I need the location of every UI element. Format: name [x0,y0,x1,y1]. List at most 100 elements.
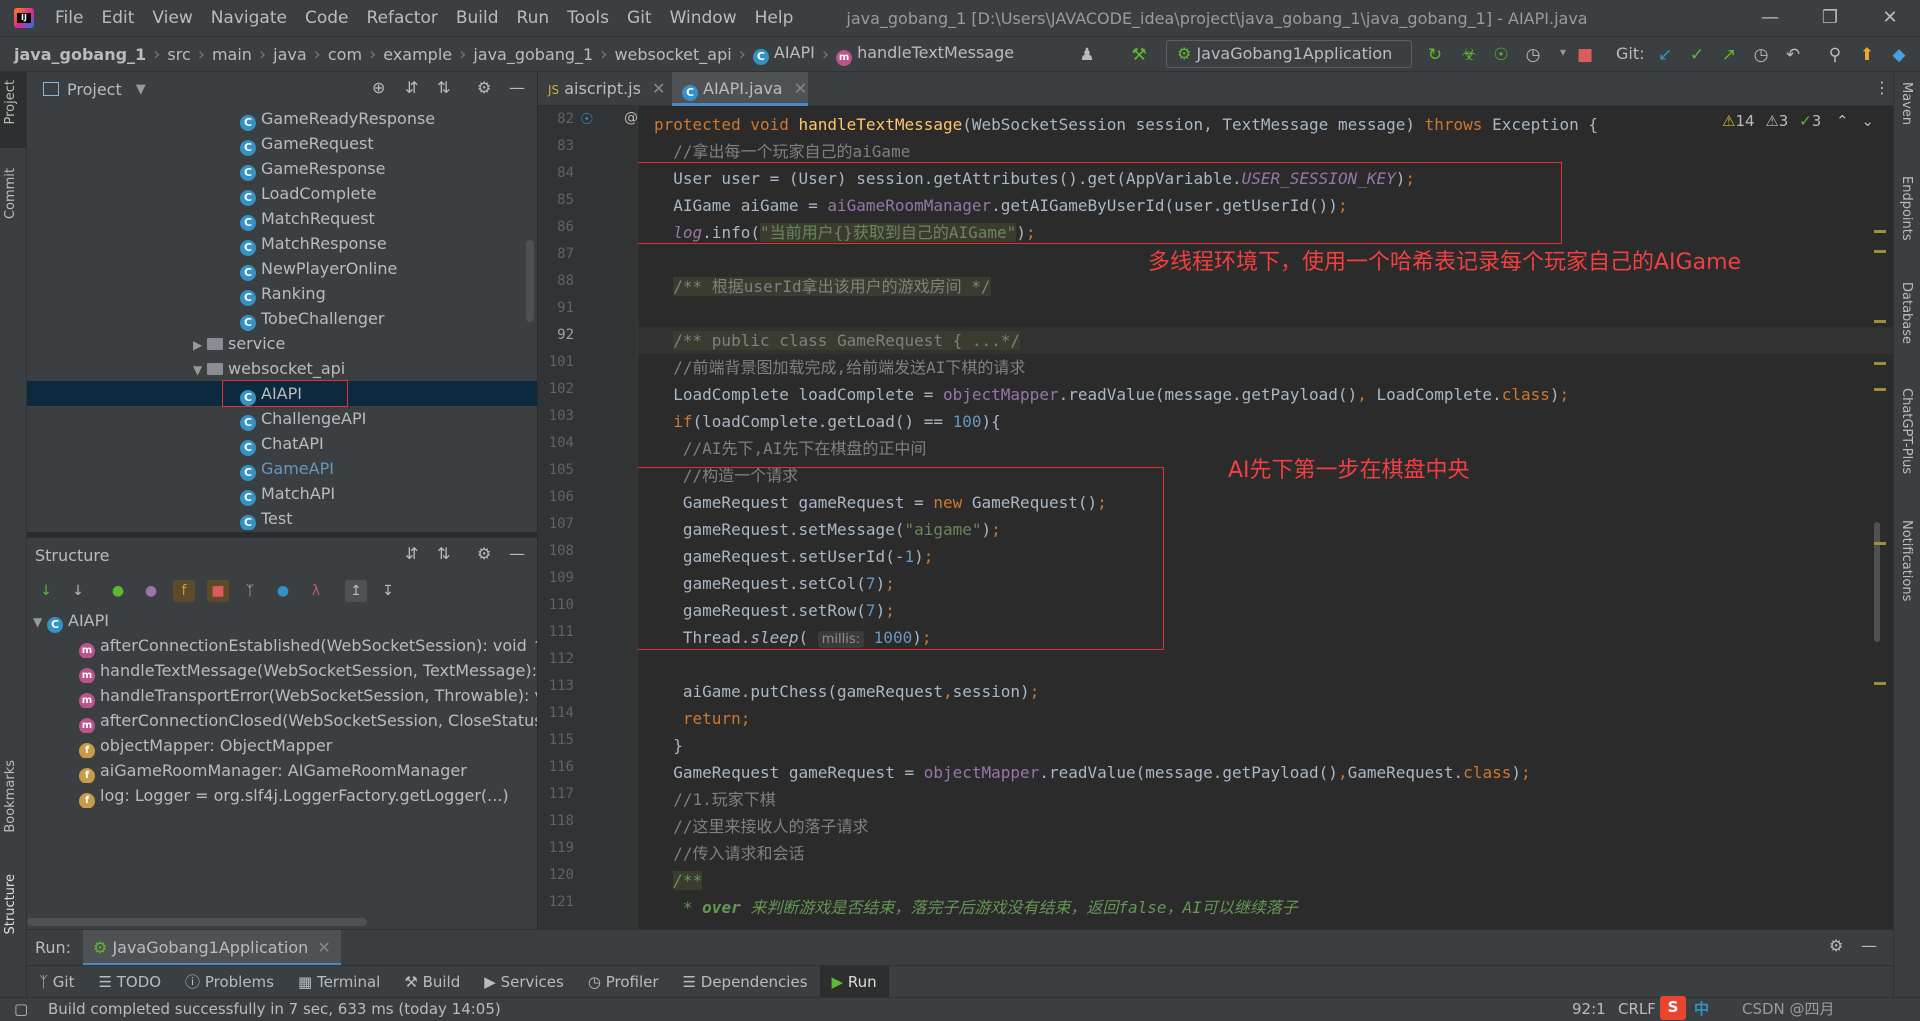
warning-stripe[interactable] [1874,682,1886,685]
inspection-widget[interactable]: ⚠14 ⚠3 ✓3 ⌃ ⌄ [1722,112,1874,130]
tree-item[interactable]: C MatchAPI [27,481,529,506]
tree-item[interactable]: C GameRequest [27,131,529,156]
sort-visibility-icon[interactable]: ↓ [67,580,89,602]
breadcrumb-websocket-api[interactable]: websocket_api [610,45,735,64]
menu-run[interactable]: Run [508,0,559,36]
breadcrumb-class[interactable]: C AIAPI [749,43,819,65]
warning-stripe[interactable] [1874,542,1886,545]
tool-profiler[interactable]: ◷ Profiler [576,966,671,998]
run-configuration-select[interactable]: ⚙ JavaGobang1Application ▾ [1166,40,1412,89]
chevron-down-icon[interactable]: ▼ [136,82,146,97]
structure-member[interactable]: m afterConnectionEstablished(WebSocketSes… [27,633,537,658]
tree-item[interactable]: C GameResponse [27,156,529,181]
expand-all-icon[interactable]: ⇵ [405,544,418,563]
tree-item[interactable]: C ChallengeAPI [27,406,529,431]
breadcrumb-java[interactable]: java [269,45,311,64]
tree-item[interactable]: C TobeChallenger [27,306,529,331]
breadcrumb-example[interactable]: example [379,45,456,64]
tree-item[interactable]: C LoadComplete [27,181,529,206]
tool-todo[interactable]: ☰ TODO [86,966,173,998]
structure-member[interactable]: m handleTextMessage(WebSocketSession, Tex… [27,658,537,683]
warning-stripe[interactable] [1874,230,1886,233]
collapse-all-icon[interactable]: ⇅ [437,544,450,563]
hammer-icon[interactable]: ⚒ [1128,45,1150,65]
line-separator[interactable]: CRLF [1618,998,1656,1021]
code-area[interactable]: protected void handleTextMessage(WebSock… [638,106,1893,929]
menu-navigate[interactable]: Navigate [202,0,296,36]
profile-icon[interactable]: ◷ [1522,45,1544,65]
structure-member[interactable]: m afterConnectionClosed(WebSocketSession,… [27,708,537,733]
tool-tab-maven[interactable]: Maven [1899,82,1914,125]
structure-member[interactable]: f objectMapper: ObjectMapper [27,733,537,758]
warning-stripe[interactable] [1874,320,1886,323]
breadcrumb-com[interactable]: com [324,45,366,64]
tree-item[interactable]: C NewPlayerOnline [27,256,529,281]
tool-problems[interactable]: ⓘ Problems [173,966,286,998]
chevron-down-icon[interactable]: ▾ [1552,45,1574,59]
rerun-icon[interactable]: ↻ [1424,45,1446,65]
breadcrumb-project[interactable]: java_gobang_1 [10,45,150,64]
tree-folder-websocket-api[interactable]: ▼ websocket_api [27,356,529,381]
collapse-all-icon[interactable]: ⇅ [437,78,450,97]
git-update-icon[interactable]: ↙ [1654,45,1676,65]
input-method-indicator[interactable]: 中 [1694,998,1709,1021]
menu-help[interactable]: Help [746,0,803,36]
run-tab[interactable]: ⚙ JavaGobang1Application ✕ [83,930,341,966]
tool-run[interactable]: ▶ Run [819,965,889,998]
menu-refactor[interactable]: Refactor [358,0,447,36]
git-push-icon[interactable]: ↗ [1718,45,1740,65]
coverage-icon[interactable]: ☉ [1490,45,1512,65]
chevron-right-icon[interactable]: ▶ [193,333,207,358]
autoscroll-to-source-icon[interactable]: ↥ [345,580,367,602]
menu-view[interactable]: View [143,0,201,36]
menu-tools[interactable]: Tools [558,0,618,36]
tool-git[interactable]: ᛉ Git [27,966,86,998]
tab-aiscript-js[interactable]: JS aiscript.js ✕ [538,72,670,106]
git-commit-icon[interactable]: ✓ [1686,45,1708,65]
tree-item[interactable]: C Test [27,506,529,530]
structure-member[interactable]: f aiGameRoomManager: AIGameRoomManager [27,758,537,783]
tool-tab-bookmarks[interactable]: Bookmarks [3,760,18,833]
structure-member[interactable]: f log: Logger = org.slf4j.LoggerFactory.g… [27,783,537,808]
tree-item[interactable]: C MatchResponse [27,231,529,256]
structure-member[interactable]: m handleTransportError(WebSocketSession, … [27,683,537,708]
warning-stripe[interactable] [1874,362,1886,365]
sort-alpha-icon[interactable]: ↓ [35,580,57,602]
tool-tab-endpoints[interactable]: Endpoints [1899,176,1914,241]
history-icon[interactable]: ◷ [1750,45,1772,65]
tool-tab-commit[interactable]: Commit [3,168,18,219]
breadcrumb-main[interactable]: main [208,45,256,64]
tool-dependencies[interactable]: ☰ Dependencies [671,966,820,998]
locate-icon[interactable]: ⊕ [372,78,385,97]
show-properties-icon[interactable]: ● [140,580,162,602]
rollback-icon[interactable]: ↶ [1782,45,1804,65]
debug-icon[interactable]: ☣ [1458,45,1480,65]
tree-folder-service[interactable]: ▶ service [27,331,529,356]
close-tab-icon[interactable]: ✕ [317,938,330,957]
stop-icon[interactable]: ■ [1574,45,1596,65]
tool-build[interactable]: ⚒ Build [392,966,472,998]
breadcrumb-package[interactable]: java_gobang_1 [469,45,597,64]
tree-item[interactable]: C MatchRequest [27,206,529,231]
warning-stripe[interactable] [1874,250,1886,253]
menu-window[interactable]: Window [661,0,746,36]
tool-tab-structure[interactable]: Structure [3,874,18,934]
gear-icon[interactable]: ⚙ [477,78,491,97]
tab-aiapi-java[interactable]: C AIAPI.java ✕ [672,72,808,106]
close-tab-icon[interactable]: ✕ [794,79,807,98]
close-tab-icon[interactable]: ✕ [652,79,665,98]
tree-item[interactable]: C Ranking [27,281,529,306]
breadcrumb-method[interactable]: m handleTextMessage [832,43,1018,66]
minimize-icon[interactable]: — [1742,0,1798,36]
project-panel-title[interactable]: Project [67,80,122,99]
hide-icon[interactable]: — [1861,936,1877,955]
warning-stripe[interactable] [1874,388,1886,391]
status-message[interactable]: Build completed successfully in 7 sec, 6… [48,998,501,1021]
show-lambdas-icon[interactable]: ● [272,580,294,602]
structure-root[interactable]: ▼ C AIAPI [27,608,527,633]
tree-item[interactable]: C ChatAPI [27,431,529,456]
menu-edit[interactable]: Edit [92,0,143,36]
show-nonpublic-icon[interactable]: ■ [207,580,229,602]
chevron-up-icon[interactable]: ⌃ [1836,112,1849,130]
menu-git[interactable]: Git [618,0,661,36]
